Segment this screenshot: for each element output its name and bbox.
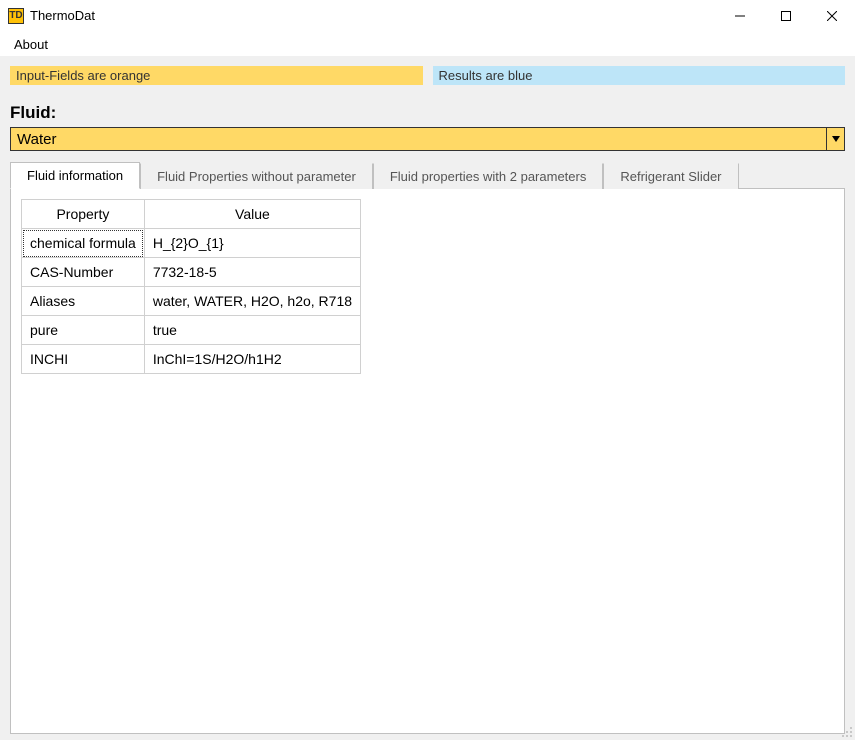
app-icon: TD [8, 8, 24, 24]
tabs: Fluid information Fluid Properties witho… [10, 161, 845, 734]
col-header-value: Value [144, 200, 360, 229]
tab-refrigerant-slider[interactable]: Refrigerant Slider [603, 163, 738, 189]
close-icon [827, 11, 837, 21]
fluid-dropdown-arrow[interactable] [826, 128, 844, 150]
table-row: Aliases water, WATER, H2O, h2o, R718 [22, 287, 361, 316]
tab-panel-fluid-information: Property Value chemical formula H_{2}O_{… [10, 188, 845, 734]
table-row: pure true [22, 316, 361, 345]
tab-strip: Fluid information Fluid Properties witho… [10, 161, 845, 188]
resize-grip-icon[interactable] [839, 724, 853, 738]
legend-input-orange: Input-Fields are orange [10, 66, 423, 85]
menubar: About [0, 32, 855, 56]
minimize-button[interactable] [717, 0, 763, 32]
chevron-down-icon [832, 136, 840, 142]
cell-property[interactable]: INCHI [22, 345, 145, 374]
client-area: Input-Fields are orange Results are blue… [0, 56, 855, 740]
maximize-icon [781, 11, 791, 21]
legend-results-blue: Results are blue [433, 66, 846, 85]
cell-value[interactable]: InChI=1S/H2O/h1H2 [144, 345, 360, 374]
table-row: INCHI InChI=1S/H2O/h1H2 [22, 345, 361, 374]
titlebar: TD ThermoDat [0, 0, 855, 32]
fluid-select-value: Water [17, 131, 826, 148]
minimize-icon [735, 11, 745, 21]
menu-about[interactable]: About [8, 35, 54, 54]
window-controls [717, 0, 855, 32]
cell-value[interactable]: water, WATER, H2O, h2o, R718 [144, 287, 360, 316]
fluid-label: Fluid: [10, 103, 845, 123]
fluid-info-table: Property Value chemical formula H_{2}O_{… [21, 199, 361, 374]
window-title: ThermoDat [30, 8, 95, 23]
cell-property[interactable]: chemical formula [22, 229, 145, 258]
cell-property[interactable]: Aliases [22, 287, 145, 316]
tab-fluid-properties-no-param[interactable]: Fluid Properties without parameter [140, 163, 373, 189]
col-header-property: Property [22, 200, 145, 229]
table-row: CAS-Number 7732-18-5 [22, 258, 361, 287]
close-button[interactable] [809, 0, 855, 32]
fluid-select[interactable]: Water [10, 127, 845, 151]
cell-property[interactable]: CAS-Number [22, 258, 145, 287]
legend-row: Input-Fields are orange Results are blue [10, 66, 845, 85]
maximize-button[interactable] [763, 0, 809, 32]
tab-fluid-properties-2-param[interactable]: Fluid properties with 2 parameters [373, 163, 604, 189]
cell-property[interactable]: pure [22, 316, 145, 345]
table-row: chemical formula H_{2}O_{1} [22, 229, 361, 258]
cell-value[interactable]: H_{2}O_{1} [144, 229, 360, 258]
cell-value[interactable]: 7732-18-5 [144, 258, 360, 287]
tab-fluid-information[interactable]: Fluid information [10, 162, 140, 189]
cell-value[interactable]: true [144, 316, 360, 345]
